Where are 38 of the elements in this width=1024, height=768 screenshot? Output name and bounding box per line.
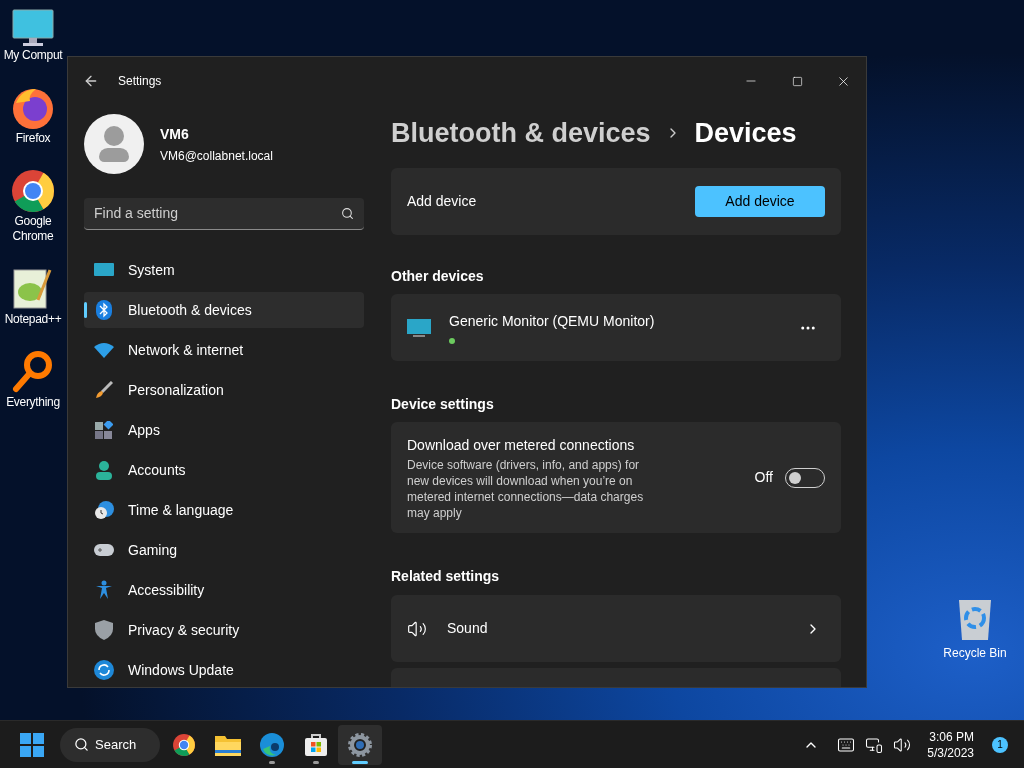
nav-item[interactable]: System <box>84 252 364 288</box>
section-heading: Device settings <box>391 395 495 414</box>
user-email: VM6@collabnet.local <box>160 147 273 165</box>
nav-item[interactable]: Personalization <box>84 372 364 408</box>
search-input[interactable]: Find a setting <box>94 203 341 224</box>
nav-item[interactable]: Accessibility <box>84 572 364 608</box>
desktop-icon-label[interactable]: Google Chrome <box>2 214 64 244</box>
section-heading: Related settings <box>391 567 501 586</box>
nav-item[interactable]: Network & internet <box>84 332 364 368</box>
setting-title: Download over metered connections <box>407 435 636 455</box>
setting-description: Device software (drivers, info, and apps) for new devices will download when you’re on metered internet connections—data charges may apply <box>407 456 645 521</box>
search-field[interactable]: Find a setting <box>84 198 364 230</box>
device-name: Generic Monitor (QEMU Monitor) <box>449 312 655 331</box>
nav-item[interactable]: Accounts <box>84 452 364 488</box>
breadcrumb-item[interactable]: Bluetooth & devices <box>391 112 651 154</box>
clock[interactable]: 3:06 PM 5/3/2023 <box>927 728 974 761</box>
user-name: VM6 <box>160 124 190 144</box>
desktop-icon-label[interactable]: Notepad++ <box>4 312 62 327</box>
breadcrumb-item: Devices <box>694 116 797 150</box>
nav-item[interactable]: Bluetooth & devices <box>84 292 364 328</box>
section-heading: Other devices <box>391 267 485 286</box>
desktop-icon-label[interactable]: Everything <box>6 395 60 410</box>
desktop-icon-label[interactable]: My Comput <box>3 48 63 63</box>
notification-badge[interactable]: 1 <box>992 736 1008 753</box>
setting-label: Add device <box>407 192 477 211</box>
toggle-state-label: Off <box>754 468 773 487</box>
nav-item[interactable]: Privacy & security <box>84 612 364 648</box>
desktop-icon-label[interactable]: Recycle Bin <box>943 644 1007 662</box>
add-device-button[interactable]: Add device <box>695 186 825 217</box>
nav-item[interactable]: Time & language <box>84 492 364 528</box>
nav-item[interactable]: Windows Update <box>84 652 364 687</box>
device-card[interactable]: Generic Monitor (QEMU Monitor) <box>391 294 841 361</box>
nav-item[interactable]: Apps <box>84 412 364 448</box>
related-setting-row[interactable]: Sound <box>391 595 841 662</box>
taskbar-search[interactable]: Search <box>60 727 160 762</box>
desktop-icon-label[interactable]: Firefox <box>15 131 51 146</box>
window-title: Settings <box>118 73 162 90</box>
nav-item[interactable]: Gaming <box>84 532 364 568</box>
